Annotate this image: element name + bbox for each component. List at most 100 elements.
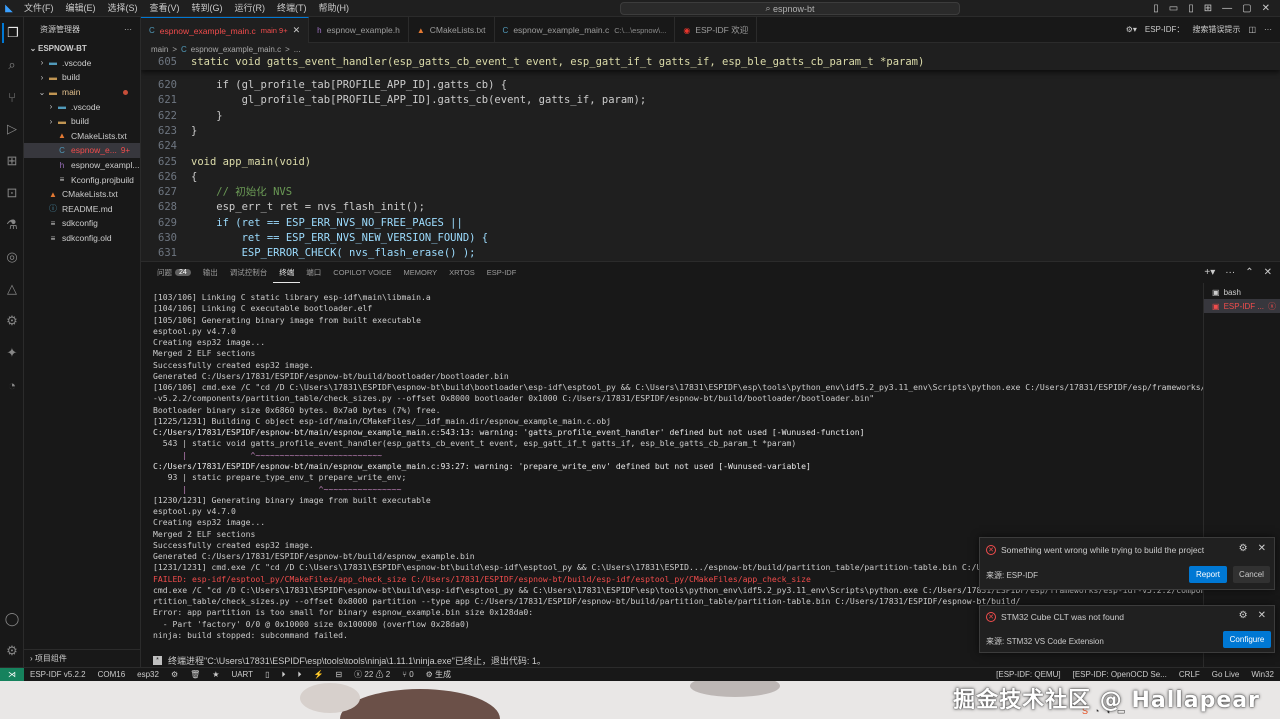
- panel-tab-memory[interactable]: MEMORY: [398, 262, 444, 283]
- tree-item[interactable]: ≡ sdkconfig: [24, 216, 140, 231]
- run-debug-icon[interactable]: ▷: [2, 119, 22, 139]
- terminal-item-esp-idf[interactable]: ▣ ESP-IDF ... ⓧ: [1204, 299, 1280, 313]
- cancel-button[interactable]: Cancel: [1233, 566, 1270, 583]
- tree-item[interactable]: h espnow_exampl...: [24, 158, 140, 173]
- cmake-icon[interactable]: ⚙: [2, 311, 22, 331]
- panel-tab-copilot-voice[interactable]: COPILOT VOICE: [327, 262, 397, 283]
- breadcrumb-folder[interactable]: main: [151, 45, 168, 54]
- toggle-panel-icon[interactable]: ▭: [1169, 3, 1178, 14]
- sticky-scroll-line[interactable]: 605 static void gatts_event_handler(esp_g…: [141, 55, 1280, 71]
- tree-item[interactable]: ▲ CMakeLists.txt: [24, 129, 140, 144]
- new-terminal-icon[interactable]: +▾: [1204, 267, 1215, 278]
- extensions-icon[interactable]: ⊞: [2, 151, 22, 171]
- layout-icon[interactable]: ⊞: [1204, 3, 1212, 14]
- menu-selection[interactable]: 选择(S): [102, 0, 144, 17]
- tree-item[interactable]: ≡ Kconfig.projbuild: [24, 172, 140, 187]
- run-debug-dropdown-icon[interactable]: ⚙▾: [1126, 25, 1137, 34]
- status-item[interactable]: COM16: [92, 668, 132, 682]
- status-item[interactable]: ⓧ 22 ⚠ 2: [348, 668, 396, 682]
- tree-item[interactable]: › ▬ .vscode: [24, 56, 140, 71]
- code-line[interactable]: 630 ret == ESP_ERR_NVS_NEW_VERSION_FOUND…: [141, 231, 1280, 246]
- panel-tab-esp-idf[interactable]: ESP-IDF: [481, 262, 523, 283]
- tree-item[interactable]: ⌄ ▬ main: [24, 85, 140, 100]
- tree-item[interactable]: ▲ CMakeLists.txt: [24, 187, 140, 202]
- search-error-hint-label[interactable]: 搜索错误提示: [1192, 24, 1240, 35]
- esp-idf-action-label[interactable]: ESP-IDF：: [1145, 24, 1185, 35]
- code-line[interactable]: 628 esp_err_t ret = nvs_flash_init();: [141, 200, 1280, 215]
- remote-indicator-icon[interactable]: ⋊: [0, 667, 24, 682]
- remote-explorer-icon[interactable]: ⊡: [2, 183, 22, 203]
- tab-esp-idf-welcome[interactable]: ◉ ESP-IDF 欢迎: [675, 17, 758, 43]
- tab-espnow-example-main-c-2[interactable]: C espnow_example_main.c C:\...\espnow\..…: [495, 17, 676, 43]
- terminal-output[interactable]: [103/106] Linking C static library esp-i…: [153, 292, 1203, 657]
- panel-tab-terminal[interactable]: 终端: [273, 262, 301, 283]
- menu-edit[interactable]: 编辑(E): [60, 0, 102, 17]
- code-line[interactable]: 623}: [141, 124, 1280, 139]
- explorer-icon[interactable]: ❐: [2, 23, 22, 43]
- code-line[interactable]: 624: [141, 139, 1280, 154]
- esp-idf-icon[interactable]: ◎: [2, 247, 22, 267]
- status-item[interactable]: 🗑: [184, 668, 206, 682]
- menu-file[interactable]: 文件(F): [18, 0, 60, 17]
- tab-cmakelists[interactable]: ▲ CMakeLists.txt: [409, 17, 495, 43]
- outline-section[interactable]: › 项目组件: [24, 649, 141, 667]
- toggle-secondary-sidebar-icon[interactable]: ▯: [1188, 3, 1194, 14]
- close-panel-icon[interactable]: ✕: [1264, 267, 1272, 278]
- menu-go[interactable]: 转到(G): [186, 0, 229, 17]
- platformio-icon[interactable]: △: [2, 279, 22, 299]
- source-control-icon[interactable]: ⑂: [2, 87, 22, 107]
- close-notification-icon[interactable]: ✕: [1258, 543, 1266, 554]
- status-item[interactable]: ⏵: [291, 668, 307, 682]
- code-line[interactable]: 629 if (ret == ESP_ERR_NVS_NO_FREE_PAGES…: [141, 216, 1280, 231]
- status-item[interactable]: CRLF: [1173, 668, 1206, 682]
- close-tab-icon[interactable]: ✕: [293, 25, 301, 36]
- toggle-sidebar-icon[interactable]: ▯: [1153, 3, 1159, 14]
- code-line[interactable]: 627 // 初始化 NVS: [141, 185, 1280, 200]
- account-icon[interactable]: ◯: [2, 609, 22, 629]
- settings-gear-icon[interactable]: ⚙: [1239, 543, 1248, 554]
- menu-run[interactable]: 运行(R): [229, 0, 272, 17]
- tree-item[interactable]: ≡ sdkconfig.old: [24, 231, 140, 246]
- code-editor[interactable]: 605 static void gatts_event_handler(esp_g…: [141, 55, 1280, 260]
- command-center-search[interactable]: ⌕ espnow-bt: [620, 2, 960, 15]
- more-actions-icon[interactable]: ···: [124, 25, 132, 34]
- close-window-icon[interactable]: ✕: [1262, 3, 1270, 14]
- menu-help[interactable]: 帮助(H): [313, 0, 356, 17]
- status-item[interactable]: ⏵: [275, 668, 291, 682]
- configure-button[interactable]: Configure: [1223, 631, 1271, 648]
- status-item[interactable]: Go Live: [1206, 668, 1246, 682]
- menu-view[interactable]: 查看(V): [144, 0, 186, 17]
- minimize-icon[interactable]: —: [1222, 3, 1232, 14]
- split-editor-icon[interactable]: ◫: [1248, 25, 1256, 34]
- status-item[interactable]: [ESP-IDF: OpenOCD Se...: [1067, 668, 1173, 682]
- tree-item[interactable]: › ▬ .vscode: [24, 99, 140, 114]
- breadcrumb-symbol[interactable]: ...: [294, 45, 301, 54]
- code-line[interactable]: 631 ESP_ERROR_CHECK( nvs_flash_erase() )…: [141, 246, 1280, 260]
- workspace-root[interactable]: ⌄ ESPNOW-BT: [24, 41, 140, 56]
- menu-terminal[interactable]: 终端(T): [271, 0, 313, 17]
- code-line[interactable]: 622 }: [141, 109, 1280, 124]
- search-icon[interactable]: ⌕: [2, 55, 22, 75]
- status-item[interactable]: ESP-IDF v5.2.2: [24, 668, 92, 682]
- code-line[interactable]: 625 void app_main(void): [141, 155, 1280, 170]
- status-item[interactable]: ▯: [259, 668, 275, 682]
- status-item[interactable]: ⊟: [329, 668, 348, 682]
- more-actions-icon[interactable]: ···: [1264, 25, 1272, 34]
- maximize-panel-icon[interactable]: ⌃: [1245, 267, 1253, 278]
- status-item[interactable]: ⚙ 生成: [420, 668, 457, 682]
- panel-tab-problems[interactable]: 问题 24: [151, 262, 197, 283]
- settings-gear-icon[interactable]: ⚙: [2, 641, 22, 661]
- more-actions-icon[interactable]: ···: [1225, 267, 1235, 278]
- tab-espnow-example-h[interactable]: h espnow_example.h: [309, 17, 409, 43]
- code-line[interactable]: 621 gl_profile_tab[PROFILE_APP_ID].gatts…: [141, 93, 1280, 108]
- tree-item[interactable]: Cespnow_e... 9+: [24, 143, 140, 158]
- status-item[interactable]: Win32: [1245, 668, 1280, 682]
- status-item[interactable]: [ESP-IDF: QEMU]: [990, 668, 1066, 682]
- testing-icon[interactable]: ⚗: [2, 215, 22, 235]
- status-item[interactable]: esp32: [131, 668, 165, 682]
- close-notification-icon[interactable]: ✕: [1258, 610, 1266, 621]
- status-item[interactable]: UART: [225, 668, 259, 682]
- code-line[interactable]: 620 if (gl_profile_tab[PROFILE_APP_ID].g…: [141, 78, 1280, 93]
- status-item[interactable]: ★: [206, 668, 225, 682]
- panel-tab-debug-console[interactable]: 调试控制台: [224, 262, 274, 283]
